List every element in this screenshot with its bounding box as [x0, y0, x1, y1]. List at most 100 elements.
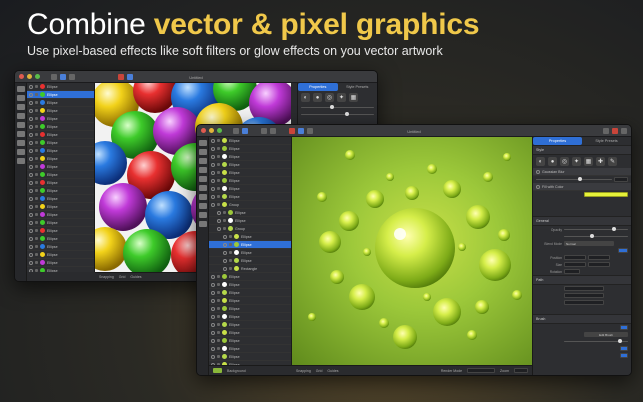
visibility-icon[interactable] [29, 252, 33, 257]
node-tool-icon[interactable] [16, 95, 25, 101]
tab-style-presets[interactable]: Style Presets [338, 83, 378, 91]
blur-radius-slider[interactable] [536, 177, 612, 182]
layer-row[interactable]: Ellipse [27, 131, 94, 139]
layer-row[interactable]: Ellipse [27, 235, 94, 243]
lock-icon[interactable] [217, 347, 220, 350]
grid-toggle[interactable]: Grid [316, 369, 323, 373]
layer-row[interactable]: Ellipse [27, 227, 94, 235]
visibility-icon[interactable] [29, 108, 33, 113]
visibility-icon[interactable] [211, 146, 215, 151]
fill-tool-icon[interactable] [198, 203, 207, 209]
brush-tool-icon[interactable] [16, 131, 25, 137]
layer-row[interactable]: Ellipse [209, 321, 291, 329]
layer-row[interactable]: Ellipse [209, 137, 291, 145]
layer-row[interactable]: Ellipse [209, 177, 291, 185]
color-effect-icon[interactable]: ✚ [596, 157, 605, 166]
layer-row[interactable]: Ellipse [209, 185, 291, 193]
lock-icon[interactable] [217, 139, 220, 142]
effect-icon[interactable]: ◎ [325, 93, 334, 102]
zoom-tool-icon[interactable] [16, 158, 25, 164]
visibility-icon[interactable] [29, 236, 33, 241]
brush-section-header[interactable]: Brush [533, 314, 631, 324]
lock-icon[interactable] [223, 227, 226, 230]
position-y-field[interactable] [588, 255, 610, 260]
visibility-icon[interactable] [211, 346, 215, 351]
visibility-icon[interactable] [223, 250, 227, 255]
lock-icon[interactable] [35, 165, 38, 168]
text-tool-icon[interactable] [198, 176, 207, 182]
snapping-toggle[interactable]: Snapping [99, 275, 114, 279]
visibility-icon[interactable] [29, 180, 33, 185]
effect-fill-with-color[interactable]: Fill with Color [533, 183, 631, 191]
visibility-icon[interactable] [211, 138, 215, 143]
text-tool-icon[interactable] [16, 122, 25, 128]
eraser-tool-icon[interactable] [16, 140, 25, 146]
visibility-icon[interactable] [29, 92, 33, 97]
visibility-icon[interactable] [211, 282, 215, 287]
paint-effect-icon[interactable]: ✎ [608, 157, 617, 166]
lock-icon[interactable] [217, 299, 220, 302]
visibility-icon[interactable] [211, 170, 215, 175]
visibility-icon[interactable] [29, 140, 33, 145]
blur-effect-icon[interactable]: ◐ [536, 157, 545, 166]
fill-color-well[interactable] [584, 192, 628, 197]
lock-icon[interactable] [217, 315, 220, 318]
visibility-icon[interactable] [223, 258, 227, 263]
layer-row[interactable]: Ellipse [27, 107, 94, 115]
visibility-icon[interactable] [223, 234, 227, 239]
layer-row[interactable]: Ellipse [27, 179, 94, 187]
visibility-icon[interactable] [211, 202, 215, 207]
layer-row[interactable]: Group [209, 201, 291, 209]
shape-tool-icon[interactable] [198, 167, 207, 173]
lock-icon[interactable] [217, 339, 220, 342]
path-field[interactable] [564, 286, 604, 291]
back-slider[interactable] [301, 105, 374, 110]
visibility-icon[interactable] [211, 306, 215, 311]
lock-icon[interactable] [35, 157, 38, 160]
layer-row[interactable]: Ellipse [209, 153, 291, 161]
lock-icon[interactable] [217, 171, 220, 174]
lock-icon[interactable] [217, 195, 220, 198]
layer-row[interactable]: Ellipse [27, 91, 94, 99]
lock-icon[interactable] [229, 251, 232, 254]
select-tool-icon[interactable] [198, 140, 207, 146]
visibility-icon[interactable] [223, 266, 227, 271]
lock-icon[interactable] [35, 205, 38, 208]
rotation-field[interactable] [564, 269, 580, 274]
visibility-icon[interactable] [29, 84, 33, 89]
lock-icon[interactable] [217, 283, 220, 286]
layer-row[interactable]: Ellipse [209, 161, 291, 169]
effect-icon[interactable]: ✦ [337, 93, 346, 102]
lock-icon[interactable] [217, 163, 220, 166]
path-field[interactable] [564, 300, 604, 305]
lock-icon[interactable] [229, 267, 232, 270]
layer-row[interactable]: Ellipse [209, 241, 291, 249]
lock-icon[interactable] [35, 269, 38, 272]
position-x-field[interactable] [564, 255, 586, 260]
blur-radius-field[interactable] [614, 177, 628, 182]
layer-row[interactable]: Ellipse [209, 249, 291, 257]
layer-row[interactable]: Ellipse [209, 217, 291, 225]
visibility-icon[interactable] [29, 268, 33, 272]
layer-row[interactable]: Ellipse [209, 273, 291, 281]
visibility-icon[interactable] [29, 212, 33, 217]
visibility-icon[interactable] [29, 100, 33, 105]
lock-icon[interactable] [35, 261, 38, 264]
visibility-icon[interactable] [211, 186, 215, 191]
visibility-icon[interactable] [211, 290, 215, 295]
lock-icon[interactable] [223, 211, 226, 214]
lock-icon[interactable] [35, 85, 38, 88]
visibility-icon[interactable] [536, 169, 540, 174]
brush-enabled-checkbox[interactable] [620, 325, 628, 330]
gradient-tool-icon[interactable] [198, 212, 207, 218]
visibility-icon[interactable] [211, 162, 215, 167]
lock-icon[interactable] [35, 117, 38, 120]
layer-row[interactable]: Ellipse [27, 203, 94, 211]
lock-icon[interactable] [217, 147, 220, 150]
lock-icon[interactable] [217, 323, 220, 326]
prop-slider[interactable] [564, 234, 628, 239]
blend-mode-select[interactable]: Normal [564, 241, 614, 246]
lock-icon[interactable] [229, 259, 232, 262]
visibility-icon[interactable] [211, 314, 215, 319]
layer-row[interactable]: Ellipse [27, 99, 94, 107]
